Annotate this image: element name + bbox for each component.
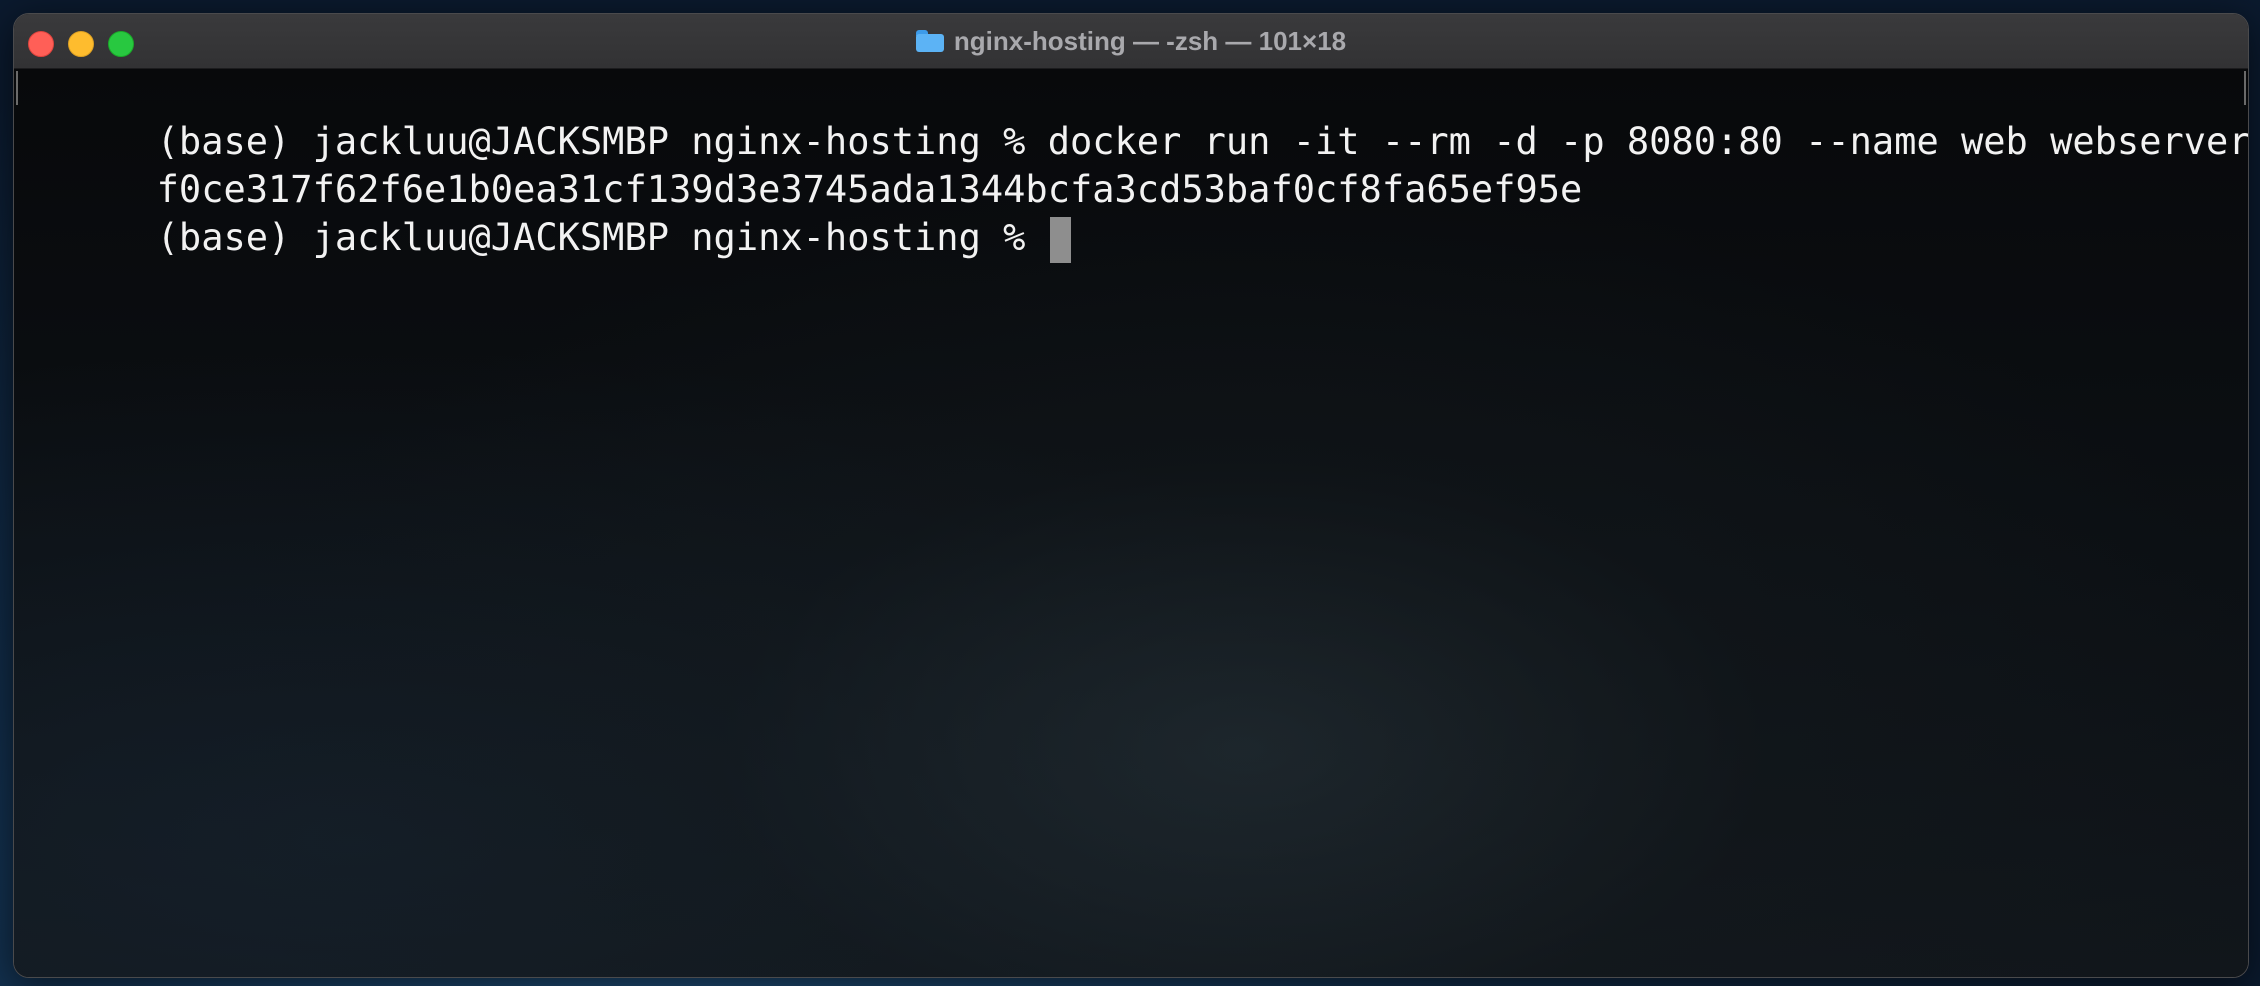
window-title-area: nginx-hosting — -zsh — 101×18	[14, 14, 2248, 68]
folder-icon	[915, 30, 944, 52]
scroll-marker-left	[16, 71, 18, 105]
prompt-text: (base) jackluu@JACKSMBP nginx-hosting %	[156, 216, 1048, 259]
title-bar[interactable]: nginx-hosting — -zsh — 101×18	[14, 14, 2248, 69]
terminal-content[interactable]: (base) jackluu@JACKSMBP nginx-hosting % …	[14, 69, 2248, 977]
window-title: nginx-hosting — -zsh — 101×18	[953, 25, 1347, 56]
terminal-window[interactable]: nginx-hosting — -zsh — 101×18 (base) jac…	[13, 13, 2249, 978]
terminal-line: f0ce317f62f6e1b0ea31cf139d3e3745ada1344b…	[23, 115, 1583, 211]
text-cursor	[1049, 216, 1071, 263]
terminal-line: (base) jackluu@JACKSMBP nginx-hosting % …	[23, 67, 2248, 163]
terminal-line[interactable]: (base) jackluu@JACKSMBP nginx-hosting %	[23, 163, 1071, 263]
